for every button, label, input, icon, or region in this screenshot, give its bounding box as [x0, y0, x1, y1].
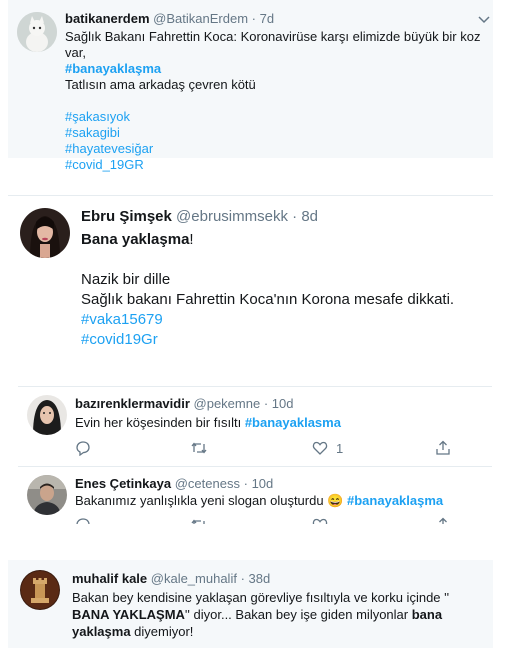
chess-rook-avatar-image: [20, 570, 60, 610]
tweet-header: batikanerdem @BatikanErdem · 7d: [65, 11, 274, 26]
timestamp[interactable]: 10d: [252, 476, 274, 491]
tweet-line: Sağlık bakanı Fahrettin Koca'nın Korona …: [81, 291, 455, 308]
user-handle[interactable]: @pekemne: [194, 396, 261, 411]
tweet-line: Sağlık Bakanı Fahrettin Koca: Koronavirü…: [65, 29, 481, 60]
tweet-card-4[interactable]: Enes Çetinkaya @ceteness · 10d Bakanımız…: [18, 466, 492, 524]
hashtag-link[interactable]: #şakasıyok: [65, 109, 490, 125]
tweet-title-end: !: [189, 231, 194, 248]
retweet-icon[interactable]: [190, 440, 208, 456]
hashtag-link[interactable]: #hayatevesiğar: [65, 141, 490, 157]
display-name[interactable]: batikanerdem: [65, 11, 150, 26]
avatar-pekemne[interactable]: [27, 395, 67, 435]
user-handle[interactable]: @BatikanErdem: [153, 11, 248, 26]
woman-avatar-image: [20, 208, 70, 258]
avatar-kale-muhalif[interactable]: [20, 570, 60, 610]
timestamp[interactable]: 8d: [301, 208, 318, 225]
timestamp[interactable]: 10d: [272, 396, 294, 411]
hashtag-link[interactable]: #banayaklaşma: [347, 493, 443, 508]
reply-icon[interactable]: [75, 517, 91, 524]
tweet-card-2[interactable]: Ebru Şimşek @ebrusimmsekk · 8d Bana yakl…: [8, 195, 493, 360]
avatar-ebrusimmsekk[interactable]: [20, 208, 70, 258]
tweet-header: Ebru Şimşek @ebrusimmsekk · 8d: [81, 208, 318, 225]
tweet-text: Evin her köşesinden bir fısıltı #banayak…: [75, 415, 485, 431]
tweet-card-5[interactable]: muhalif kale @kale_muhalif · 38d Bakan b…: [8, 560, 493, 648]
tweet-card-3[interactable]: bazırenklermavidir @pekemne · 10d Evin h…: [18, 386, 492, 461]
tweet-body: Evin her köşesinden bir fısıltı: [75, 415, 242, 430]
tweet-text: Bana yaklaşma! Nazik bir dille Sağlık ba…: [81, 230, 486, 350]
tweet-text: Bakan bey kendisine yaklaşan görevliye f…: [72, 589, 487, 640]
user-handle[interactable]: @ebrusimmsekk: [176, 208, 288, 225]
tweet-actions-cropped: [75, 517, 475, 524]
avatar-ceteness[interactable]: [27, 475, 67, 515]
tweet-header: muhalif kale @kale_muhalif · 38d: [72, 571, 270, 586]
timestamp[interactable]: 38d: [249, 571, 271, 586]
share-icon[interactable]: [435, 517, 451, 524]
tweet-actions: 1: [75, 440, 475, 460]
cat-avatar-image: [17, 12, 57, 52]
grinning-emoji: 😄: [327, 493, 344, 508]
tweet-body-part: Bakan bey kendisine yaklaşan görevliye f…: [72, 590, 450, 605]
user-handle[interactable]: @kale_muhalif: [151, 571, 237, 586]
like-icon[interactable]: [312, 517, 328, 524]
separator-dot: ·: [292, 208, 298, 225]
hashtag-link[interactable]: #banayaklasma: [245, 415, 341, 430]
user-handle[interactable]: @ceteness: [175, 476, 240, 491]
tweet-body-part: diyemiyor!: [130, 624, 194, 639]
like-icon: [312, 441, 328, 455]
retweet-icon[interactable]: [190, 517, 208, 524]
man-avatar-image: [27, 475, 67, 515]
like-button[interactable]: 1: [312, 440, 343, 456]
hijab-avatar-image: [27, 395, 67, 435]
tweet-card-1[interactable]: batikanerdem @BatikanErdem · 7d Sağlık B…: [8, 0, 493, 172]
avatar-batikanerdem[interactable]: [17, 12, 57, 52]
tweet-text: Bakanımız yanlışlıkla yeni slogan oluştu…: [75, 493, 485, 509]
tweet-title: Bana yaklaşma: [81, 231, 190, 248]
display-name[interactable]: Enes Çetinkaya: [75, 476, 171, 491]
like-count: 1: [336, 440, 344, 456]
hashtag-link[interactable]: #covid_19GR: [65, 157, 490, 173]
display-name[interactable]: bazırenklermavidir: [75, 396, 190, 411]
tweet-body: Bakanımız yanlışlıkla yeni slogan oluştu…: [75, 493, 324, 508]
separator-dot: ·: [243, 476, 248, 491]
share-icon[interactable]: [435, 440, 451, 456]
tweet-line: Nazik bir dille: [81, 271, 171, 288]
tweet-text: Sağlık Bakanı Fahrettin Koca: Koronavirü…: [65, 29, 490, 173]
hashtag-link[interactable]: #vaka15679: [81, 310, 486, 330]
separator-dot: ·: [240, 571, 245, 586]
tweet-header: bazırenklermavidir @pekemne · 10d: [75, 396, 294, 411]
hashtag-link[interactable]: #sakagibi: [65, 125, 490, 141]
display-name[interactable]: Ebru Şimşek: [81, 208, 172, 225]
separator-dot: ·: [251, 11, 256, 26]
hashtag-link[interactable]: #banayaklaşma: [65, 61, 490, 77]
display-name[interactable]: muhalif kale: [72, 571, 147, 586]
separator-dot: ·: [263, 396, 269, 411]
hashtag-link[interactable]: #covid19Gr: [81, 330, 486, 350]
tweet-header: Enes Çetinkaya @ceteness · 10d: [75, 476, 273, 491]
tweet-line: Tatlısın ama arkadaş çevren kötü: [65, 77, 256, 92]
tweet-bold-phrase: BANA YAKLAŞMA: [72, 607, 185, 622]
chevron-down-icon[interactable]: [478, 12, 490, 30]
tweet-body-part: '' diyor... Bakan bey işe giden milyonla…: [184, 607, 412, 622]
timestamp[interactable]: 7d: [260, 11, 274, 26]
reply-icon[interactable]: [75, 440, 91, 456]
